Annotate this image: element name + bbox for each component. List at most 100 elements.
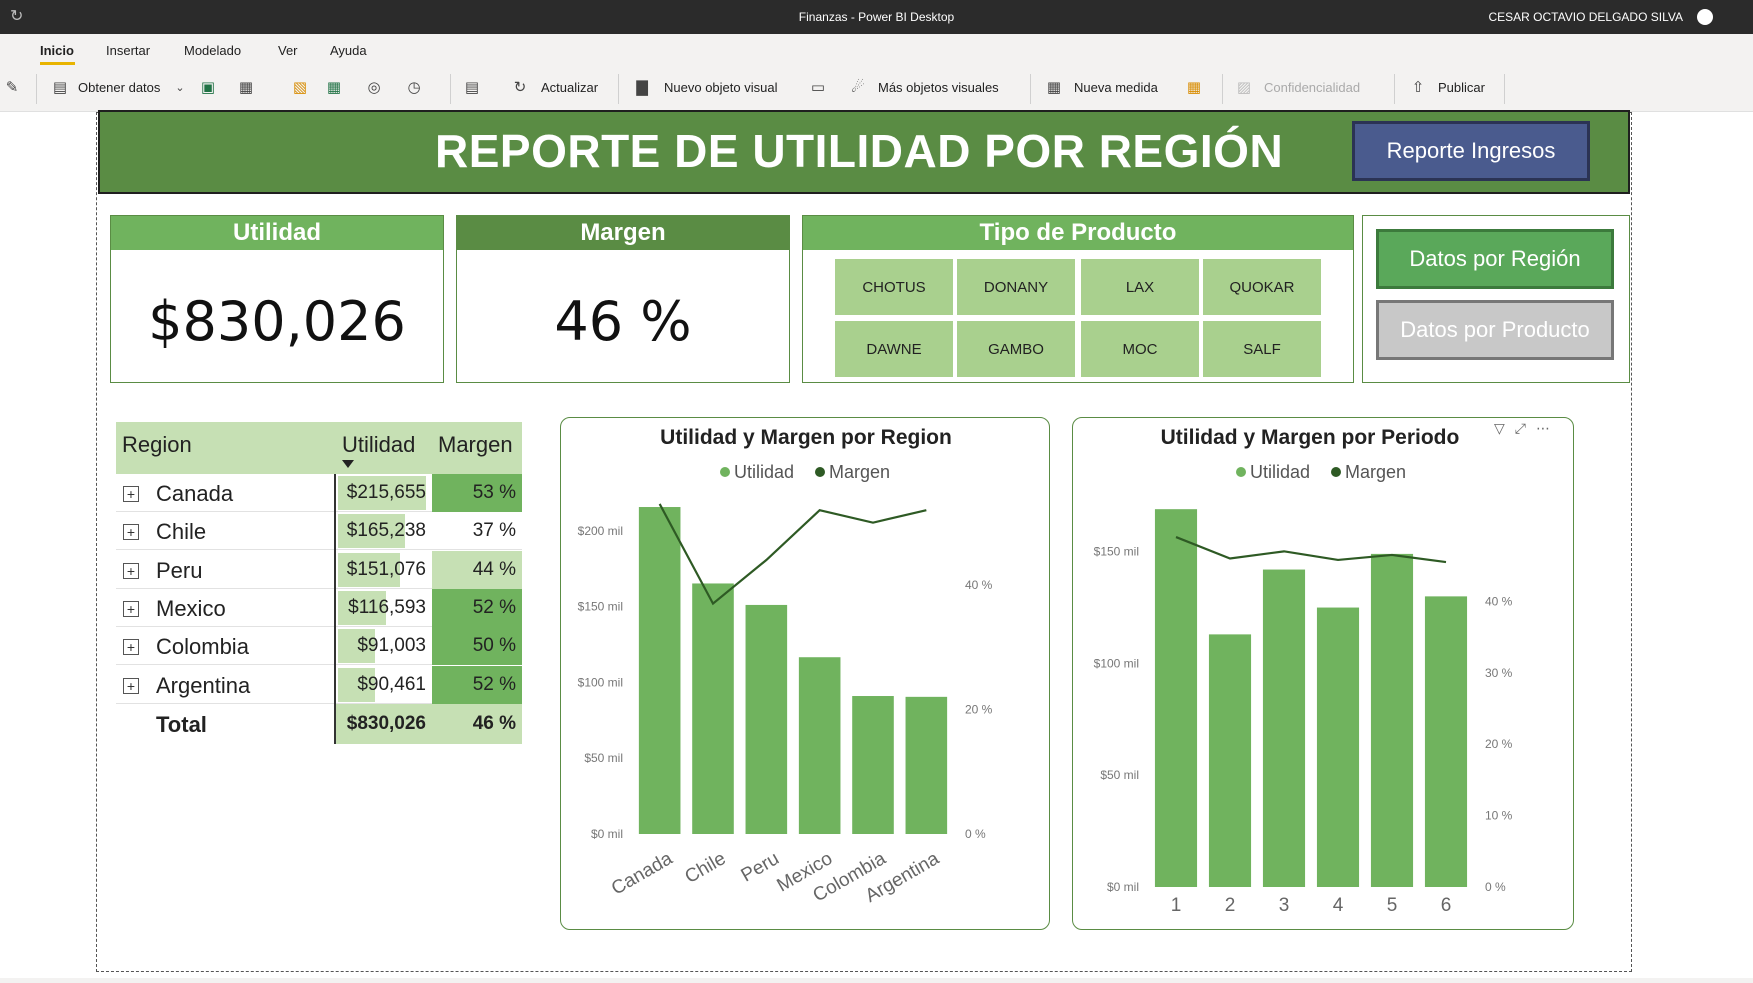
kpi-utilidad-label: Utilidad [111,216,443,250]
x-tick-label: 3 [1279,895,1290,916]
y-right-tick-label: 20 % [1485,737,1513,751]
legend-marker-margen [815,467,825,477]
filter-icon[interactable]: ▽ [1494,420,1505,436]
y-right-tick-label: 40 % [1485,594,1513,608]
chart-utilidad-periodo-box[interactable]: Utilidad y Margen por Periodo Utilidad Mar… [1072,417,1574,930]
dataflow-icon[interactable]: ▧ [290,78,310,98]
format-painter-icon[interactable]: ✎ [2,78,22,98]
bar-utilidad [852,696,894,834]
recent-sources-icon[interactable]: ◷ [404,78,424,98]
row-margen: 44 % [472,558,516,580]
text-box-icon[interactable]: ▭ [808,78,828,98]
report-title: REPORTE DE UTILIDAD POR REGIÓN [435,125,1284,177]
datos-por-region-button[interactable]: Datos por Región [1376,229,1614,289]
y-left-tick-label: $100 mil [578,675,623,689]
expand-icon[interactable]: + [123,639,139,656]
sort-desc-icon[interactable] [342,460,354,468]
table-row[interactable]: + Mexico $116,593 52 % [116,588,522,627]
chevron-down-icon[interactable]: ⌄ [170,78,190,98]
refresh-data-icon[interactable]: ↻ [510,78,530,98]
quick-measure-icon[interactable]: ▦ [1184,78,1204,98]
dataset-icon[interactable]: ▦ [236,78,256,98]
excel-icon[interactable]: ▣ [198,78,218,98]
legend-utilidad: Utilidad [1250,462,1310,482]
header-utilidad[interactable]: Utilidad [342,432,415,458]
row-region: Canada [156,481,234,506]
row-utilidad: $165,238 [346,520,426,542]
slicer-item-lax[interactable]: LAX [1080,258,1200,316]
table-row[interactable]: + Peru $151,076 44 % [116,550,522,589]
sensitivity-icon: ▨ [1236,79,1252,96]
table-row[interactable]: + Argentina $90,461 52 % [116,665,522,704]
mas-objetos-visuales-button[interactable]: Más objetos visuales [878,80,999,95]
chart-utilidad-region[interactable]: Utilidad y Margen por Region Utilidad Marg… [561,418,1051,931]
actualizar-button[interactable]: Actualizar [541,80,598,95]
expand-icon[interactable]: + [123,677,139,694]
slicer-item-donany[interactable]: DONANY [956,258,1076,316]
legend-marker-utilidad [1236,467,1246,477]
row-region: Peru [156,557,203,583]
header-margen[interactable]: Margen [438,432,513,458]
menu-bar: Inicio Insertar Modelado Ver Ayuda [0,34,1753,66]
table-total-row: Total $830,026 46 % [116,704,522,744]
nuevo-objeto-visual-button[interactable]: Nuevo objeto visual [664,80,777,95]
calculator-icon[interactable]: ▦ [1044,78,1064,98]
row-utilidad: $90,461 [357,673,426,695]
row-margen: 50 % [472,635,516,657]
expand-icon[interactable]: + [123,486,139,502]
menu-inicio[interactable]: Inicio [40,43,74,58]
obtener-datos-button[interactable]: Obtener datos [78,80,160,95]
status-bar [0,978,1753,983]
chart-utilidad-region-box[interactable]: Utilidad y Margen por Region Utilidad Marg… [560,417,1050,930]
kpi-utilidad-value: $830,026 [148,290,406,353]
database-icon[interactable]: ▤ [50,78,70,98]
row-margen: 52 % [472,673,516,695]
y-right-tick-label: 0 % [1485,880,1506,894]
table-header: Region Utilidad Margen [116,422,522,474]
table-icon[interactable]: ▦ [324,78,344,98]
slicer-title: Tipo de Producto [803,216,1353,250]
expand-icon[interactable]: + [123,600,139,617]
header-region[interactable]: Region [122,432,192,458]
user-name[interactable]: CESAR OCTAVIO DELGADO SILVA [1489,10,1684,24]
slicer-item-dawne[interactable]: DAWNE [834,320,954,378]
y-right-tick-label: 40 % [965,578,993,592]
slicer-item-quokar[interactable]: QUOKAR [1202,258,1322,316]
publicar-button[interactable]: Publicar [1438,80,1485,95]
y-left-tick-label: $200 mil [578,524,623,538]
table-row[interactable]: + Chile $165,238 37 % [116,512,522,551]
more-visuals-icon[interactable]: ☄ [848,78,868,98]
y-left-tick-label: $0 mil [1107,880,1139,894]
bar-utilidad [1370,553,1414,887]
y-left-tick-label: $100 mil [1094,656,1139,670]
ribbon-toolbar: ✎ ▤ Obtener datos ⌄ ▣ ▦ ▧ ▦ ◎ ◷ ▤ ↻ Actu… [0,66,1753,112]
chart-utilidad-periodo[interactable]: Utilidad y Margen por Periodo Utilidad Mar… [1073,418,1575,931]
more-options-icon[interactable]: ⋯ [1536,420,1550,436]
kpi-utilidad-card: Utilidad $830,026 [110,215,444,383]
slicer-item-chotus[interactable]: CHOTUS [834,258,954,316]
transform-data-icon[interactable]: ▤ [462,78,482,98]
menu-ayuda[interactable]: Ayuda [330,43,367,58]
bar-chart-icon[interactable]: ▇ [632,78,652,98]
menu-insertar[interactable]: Insertar [106,43,150,58]
avatar[interactable] [1697,9,1713,25]
nueva-medida-button[interactable]: Nueva medida [1074,80,1158,95]
table-row[interactable]: + Canada $215,655 53 % [116,474,522,512]
bar-utilidad [905,696,948,834]
x-tick-label: 2 [1225,895,1236,916]
reporte-ingresos-button[interactable]: Reporte Ingresos [1352,121,1590,181]
menu-ver[interactable]: Ver [278,43,298,58]
slicer-item-salf[interactable]: SALF [1202,320,1322,378]
focus-mode-icon[interactable]: ⤢ [1515,420,1526,436]
total-margen: 46 % [472,713,516,734]
publish-icon[interactable]: ⇧ [1408,78,1428,98]
x-tick-label: 1 [1171,895,1182,916]
table-row[interactable]: + Colombia $91,003 50 % [116,627,522,666]
slicer-item-gambo[interactable]: GAMBO [956,320,1076,378]
slicer-item-moc[interactable]: MOC [1080,320,1200,378]
expand-icon[interactable]: + [123,562,139,579]
expand-icon[interactable]: + [123,524,139,541]
datos-por-producto-button[interactable]: Datos por Producto [1376,300,1614,360]
sql-icon[interactable]: ◎ [364,78,384,98]
menu-modelado[interactable]: Modelado [184,43,241,58]
